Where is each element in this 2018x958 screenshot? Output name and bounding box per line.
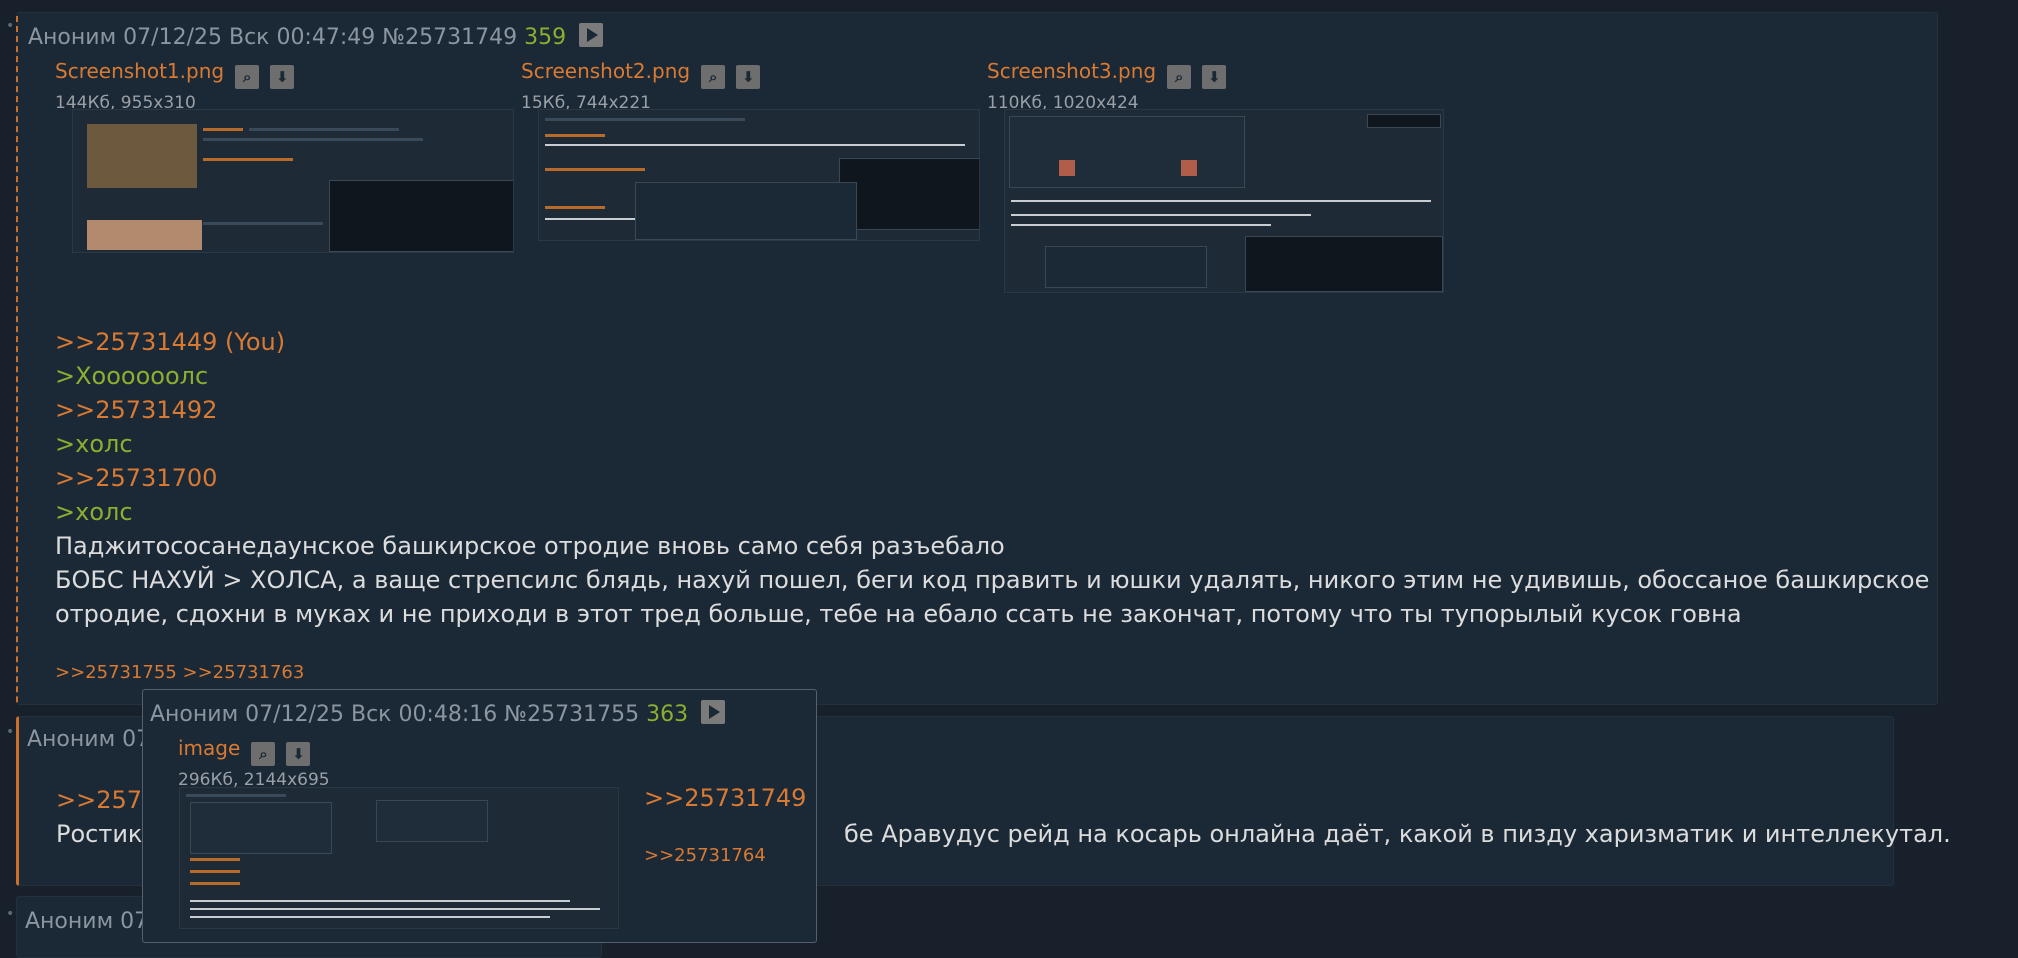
attachment-1-thumbnail[interactable] [72, 109, 514, 253]
reply-link[interactable]: >>25731449 (You) [55, 328, 285, 356]
attachment-1: Screenshot1.png ⌕ ⬇ 144Кб, 955x310 [55, 59, 295, 113]
popup-attachment-thumbnail[interactable] [179, 787, 619, 929]
attachment-3-thumbnail[interactable] [1004, 109, 1444, 293]
post-reply-count: 359 [524, 25, 567, 50]
post-author: Аноним [150, 702, 239, 727]
backlink[interactable]: >>25731755 [55, 662, 177, 683]
post-reply-count: 363 [646, 702, 689, 727]
popup-attachment: image ⌕ ⬇ 296Кб, 2144x695 [178, 736, 330, 790]
post-header: Аноним 07 [27, 727, 151, 752]
play-icon[interactable] [579, 23, 604, 47]
reply-link[interactable]: >>25731749 [644, 784, 806, 812]
attachment-filename[interactable]: image [178, 736, 240, 760]
download-icon[interactable]: ⬇ [736, 65, 761, 89]
post-header: Аноним 07/12/25 Вск 00:47:49 №25731749 3… [28, 23, 604, 50]
post-text: бе Аравудус рейд на косарь онлайна даёт,… [844, 820, 1951, 848]
post-preview-popup: Аноним 07/12/25 Вск 00:48:16 №25731755 3… [142, 689, 817, 943]
attachment-2: Screenshot2.png ⌕ ⬇ 15Кб, 744x221 [521, 59, 761, 113]
attachment-filename[interactable]: Screenshot1.png [55, 59, 224, 83]
post-date: 07/12/25 Вск 00:47:49 [123, 25, 376, 50]
post-text: отродие, сдохни в муках и не приходи в э… [55, 600, 1742, 628]
greentext: >холс [55, 498, 133, 526]
post-author: Аноним [28, 25, 117, 50]
post-header: Аноним 07 [25, 909, 149, 934]
backlink[interactable]: >>25731763 [183, 662, 305, 683]
post-replies: >>25731755 >>25731763 [55, 662, 304, 683]
popup-header: Аноним 07/12/25 Вск 00:48:16 №25731755 3… [150, 700, 726, 727]
post-text: Паджитососанедаунское башкирское отродие… [55, 532, 1005, 560]
play-icon[interactable] [701, 700, 726, 724]
greentext: >холс [55, 430, 133, 458]
post-date: 07/12/25 Вск 00:48:16 [245, 702, 498, 727]
attachment-3: Screenshot3.png ⌕ ⬇ 110Кб, 1020x424 [987, 59, 1227, 113]
attachment-filename[interactable]: Screenshot2.png [521, 59, 690, 83]
download-icon[interactable]: ⬇ [1202, 65, 1227, 89]
post-marker: • [6, 906, 15, 922]
post-text: Ростик, [56, 820, 151, 848]
download-icon[interactable]: ⬇ [270, 65, 295, 89]
post-marker: • [6, 724, 15, 740]
download-icon[interactable]: ⬇ [286, 742, 311, 766]
post-25731749: Аноним 07/12/25 Вск 00:47:49 №25731749 3… [16, 12, 1938, 705]
post-number[interactable]: №25731749 [382, 25, 517, 50]
magnifier-icon[interactable]: ⌕ [1167, 65, 1192, 89]
attachment-2-thumbnail[interactable] [538, 109, 980, 241]
attachment-filename[interactable]: Screenshot3.png [987, 59, 1156, 83]
post-number[interactable]: №25731755 [504, 702, 639, 727]
post-text: БОБС НАХУЙ > ХОЛСА, а ваще стрепсилс бля… [55, 566, 1930, 594]
magnifier-icon[interactable]: ⌕ [701, 65, 726, 89]
reply-link[interactable]: >>25731700 [55, 464, 217, 492]
post-marker: • [6, 18, 15, 34]
magnifier-icon[interactable]: ⌕ [251, 742, 276, 766]
reply-link[interactable]: >>25731492 [55, 396, 217, 424]
backlink[interactable]: >>25731764 [644, 845, 766, 866]
magnifier-icon[interactable]: ⌕ [235, 65, 260, 89]
greentext: >Хоооооолс [55, 362, 209, 390]
